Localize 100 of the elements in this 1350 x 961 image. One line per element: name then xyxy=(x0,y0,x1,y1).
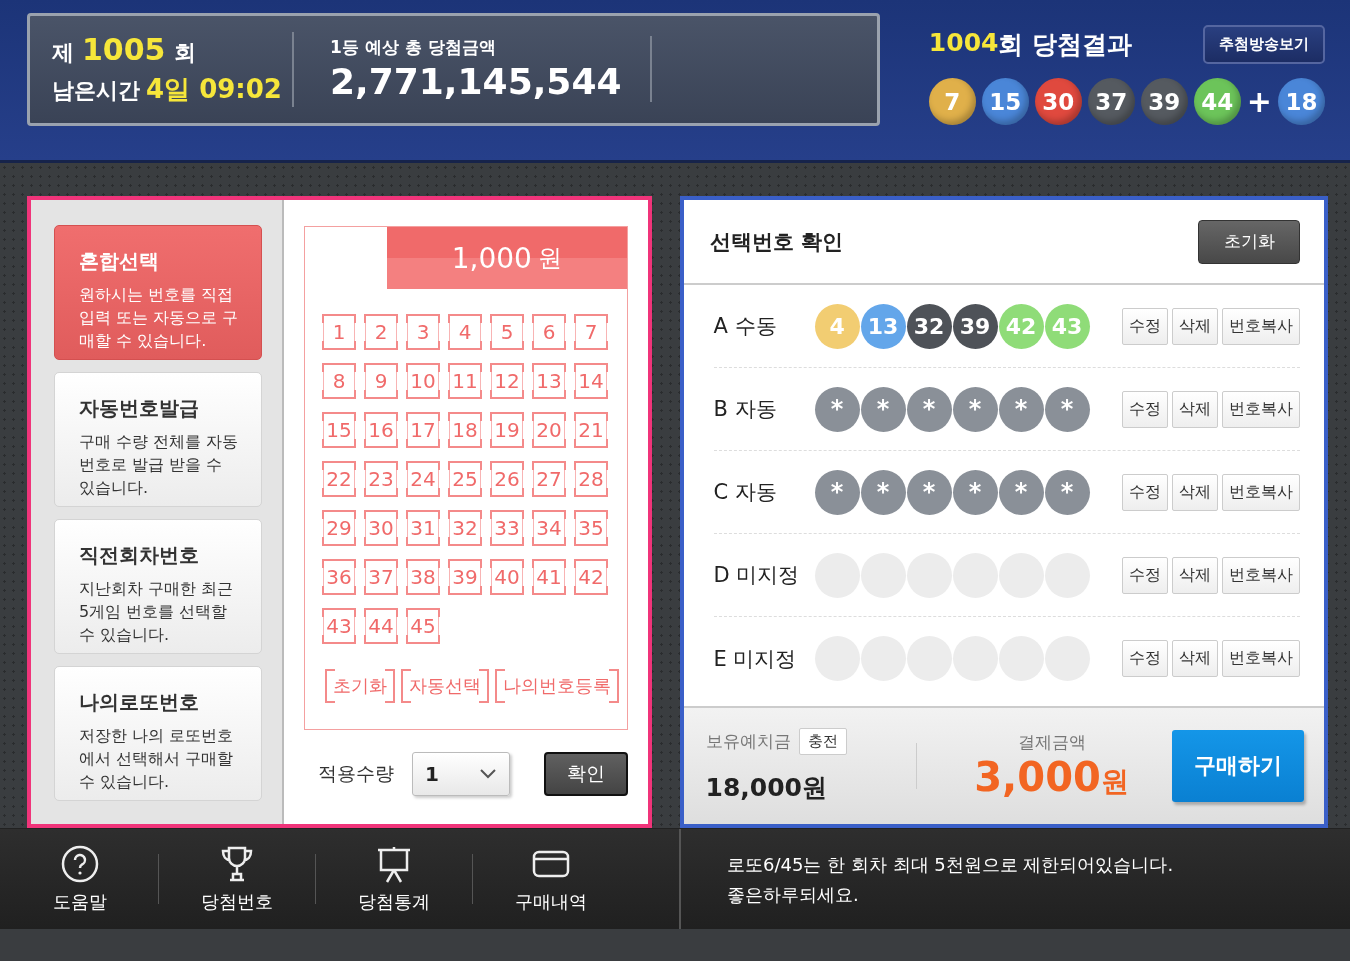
row-action-button[interactable]: 삭제 xyxy=(1172,307,1218,345)
number-cell[interactable]: 33 xyxy=(490,510,524,546)
number-ball: 39 xyxy=(952,303,998,349)
payment-amount: 3,000 xyxy=(974,754,1101,800)
row-action-button[interactable]: 수정 xyxy=(1122,473,1168,511)
row-action-button[interactable]: 번호복사 xyxy=(1222,307,1300,345)
number-cell[interactable]: 8 xyxy=(322,363,356,399)
number-cell[interactable]: 16 xyxy=(364,412,398,448)
number-cell[interactable]: 25 xyxy=(448,461,482,497)
number-cell[interactable]: 7 xyxy=(574,314,608,350)
deposit-label: 보유예치금 xyxy=(705,730,791,753)
row-action-button[interactable]: 번호복사 xyxy=(1222,390,1300,428)
number-cell[interactable]: 10 xyxy=(406,363,440,399)
remaining-time-label: 남은시간 xyxy=(52,76,140,105)
number-cell[interactable]: 21 xyxy=(574,412,608,448)
number-cell[interactable]: 22 xyxy=(322,461,356,497)
number-cell[interactable]: 14 xyxy=(574,363,608,399)
broadcast-button[interactable]: 추첨방송보기 xyxy=(1203,25,1325,64)
row-action-button[interactable]: 삭제 xyxy=(1172,390,1218,428)
number-cell[interactable]: 13 xyxy=(532,363,566,399)
number-cell[interactable]: 20 xyxy=(532,412,566,448)
result-title: 회 당첨결과 xyxy=(998,29,1133,61)
mode-tab[interactable]: 나의로또번호 저장한 나의 로또번호에서 선택해서 구매할 수 있습니다. xyxy=(54,666,262,801)
number-cell[interactable]: 30 xyxy=(364,510,398,546)
footer-nav-item[interactable]: 구매내역 xyxy=(473,829,629,929)
number-cell[interactable]: 6 xyxy=(532,314,566,350)
number-cell[interactable]: 11 xyxy=(448,363,482,399)
footer-nav-item[interactable]: 당첨번호 xyxy=(159,829,315,929)
confirm-button[interactable]: 확인 xyxy=(543,752,628,796)
winning-ball: 15 xyxy=(981,78,1029,125)
mode-tab[interactable]: 자동번호발급 구매 수량 전체를 자동 번호로 발급 받을 수 있습니다. xyxy=(54,372,262,507)
row-action-button[interactable]: 번호복사 xyxy=(1222,473,1300,511)
number-cell[interactable]: 12 xyxy=(490,363,524,399)
auto-ball: * xyxy=(814,386,860,432)
row-action-button[interactable]: 수정 xyxy=(1122,307,1168,345)
row-action-button[interactable]: 번호복사 xyxy=(1222,556,1300,594)
number-cell[interactable]: 23 xyxy=(364,461,398,497)
buy-button[interactable]: 구매하기 xyxy=(1172,730,1304,802)
number-cell[interactable]: 1 xyxy=(322,314,356,350)
row-action-button[interactable]: 삭제 xyxy=(1172,556,1218,594)
number-cell[interactable]: 3 xyxy=(406,314,440,350)
number-cell[interactable]: 35 xyxy=(574,510,608,546)
number-cell[interactable]: 17 xyxy=(406,412,440,448)
number-cell[interactable]: 39 xyxy=(448,559,482,595)
winning-ball: 7 xyxy=(928,78,976,125)
picker-action-button[interactable]: 초기화 xyxy=(325,669,395,703)
number-cell[interactable]: 29 xyxy=(322,510,356,546)
row-action-button[interactable]: 번호복사 xyxy=(1222,640,1300,677)
number-cell[interactable]: 37 xyxy=(364,559,398,595)
payment-unit: 원 xyxy=(1100,764,1129,800)
reset-button[interactable]: 초기화 xyxy=(1198,219,1300,264)
jackpot-label: 1등 예상 총 당첨금액 xyxy=(330,36,497,59)
number-cell[interactable]: 32 xyxy=(448,510,482,546)
mode-tab[interactable]: 혼합선택 원하시는 번호를 직접 입력 또는 자동으로 구매할 수 있습니다. xyxy=(54,225,262,360)
number-cell[interactable]: 45 xyxy=(406,608,440,644)
picker-action-button[interactable]: 자동선택 xyxy=(401,669,489,703)
number-cell[interactable]: 31 xyxy=(406,510,440,546)
auto-ball: * xyxy=(906,386,952,432)
number-ball: 32 xyxy=(906,303,952,349)
number-cell[interactable]: 27 xyxy=(532,461,566,497)
number-cell[interactable]: 28 xyxy=(574,461,608,497)
payment-label: 결제금액 xyxy=(1017,731,1086,754)
number-cell[interactable]: 5 xyxy=(490,314,524,350)
number-cell[interactable]: 34 xyxy=(532,510,566,546)
plus-sign: + xyxy=(1246,84,1272,119)
picker-action-button[interactable]: 나의번호등록 xyxy=(495,669,619,703)
row-action-button[interactable]: 삭제 xyxy=(1172,473,1218,511)
number-cell[interactable]: 2 xyxy=(364,314,398,350)
number-ball: 13 xyxy=(860,303,906,349)
auto-ball: * xyxy=(860,469,906,515)
number-cell[interactable]: 19 xyxy=(490,412,524,448)
row-action-button[interactable]: 수정 xyxy=(1122,640,1168,677)
footer-nav-item[interactable]: 도움말 xyxy=(2,829,158,929)
number-cell[interactable]: 15 xyxy=(322,412,356,448)
number-cell[interactable]: 42 xyxy=(574,559,608,595)
quantity-dropdown[interactable]: 1 xyxy=(412,752,510,796)
game-label: B 자동 xyxy=(713,396,778,423)
jackpot-amount: 2,771,145,544 xyxy=(330,61,622,102)
number-cell[interactable]: 18 xyxy=(448,412,482,448)
row-action-button[interactable]: 수정 xyxy=(1122,556,1168,594)
number-cell[interactable]: 24 xyxy=(406,461,440,497)
number-cell[interactable]: 40 xyxy=(490,559,524,595)
number-cell[interactable]: 43 xyxy=(322,608,356,644)
footer-nav-item[interactable]: 당첨통계 xyxy=(316,829,472,929)
number-ball: 43 xyxy=(1044,303,1090,349)
price-value: 1,000 xyxy=(451,241,532,275)
charge-button[interactable]: 충전 xyxy=(798,728,847,755)
number-cell[interactable]: 38 xyxy=(406,559,440,595)
number-cell[interactable]: 4 xyxy=(448,314,482,350)
row-action-button[interactable]: 수정 xyxy=(1122,390,1168,428)
number-cell[interactable]: 9 xyxy=(364,363,398,399)
mode-tab[interactable]: 직전회차번호 지난회차 구매한 최근 5게임 번호를 선택할 수 있습니다. xyxy=(54,519,262,654)
number-cell[interactable]: 41 xyxy=(532,559,566,595)
row-action-button[interactable]: 삭제 xyxy=(1172,640,1218,677)
number-ball: 42 xyxy=(998,303,1044,349)
winning-ball: 37 xyxy=(1087,78,1135,125)
number-cell[interactable]: 36 xyxy=(322,559,356,595)
auto-ball: * xyxy=(860,386,906,432)
number-cell[interactable]: 44 xyxy=(364,608,398,644)
number-cell[interactable]: 26 xyxy=(490,461,524,497)
